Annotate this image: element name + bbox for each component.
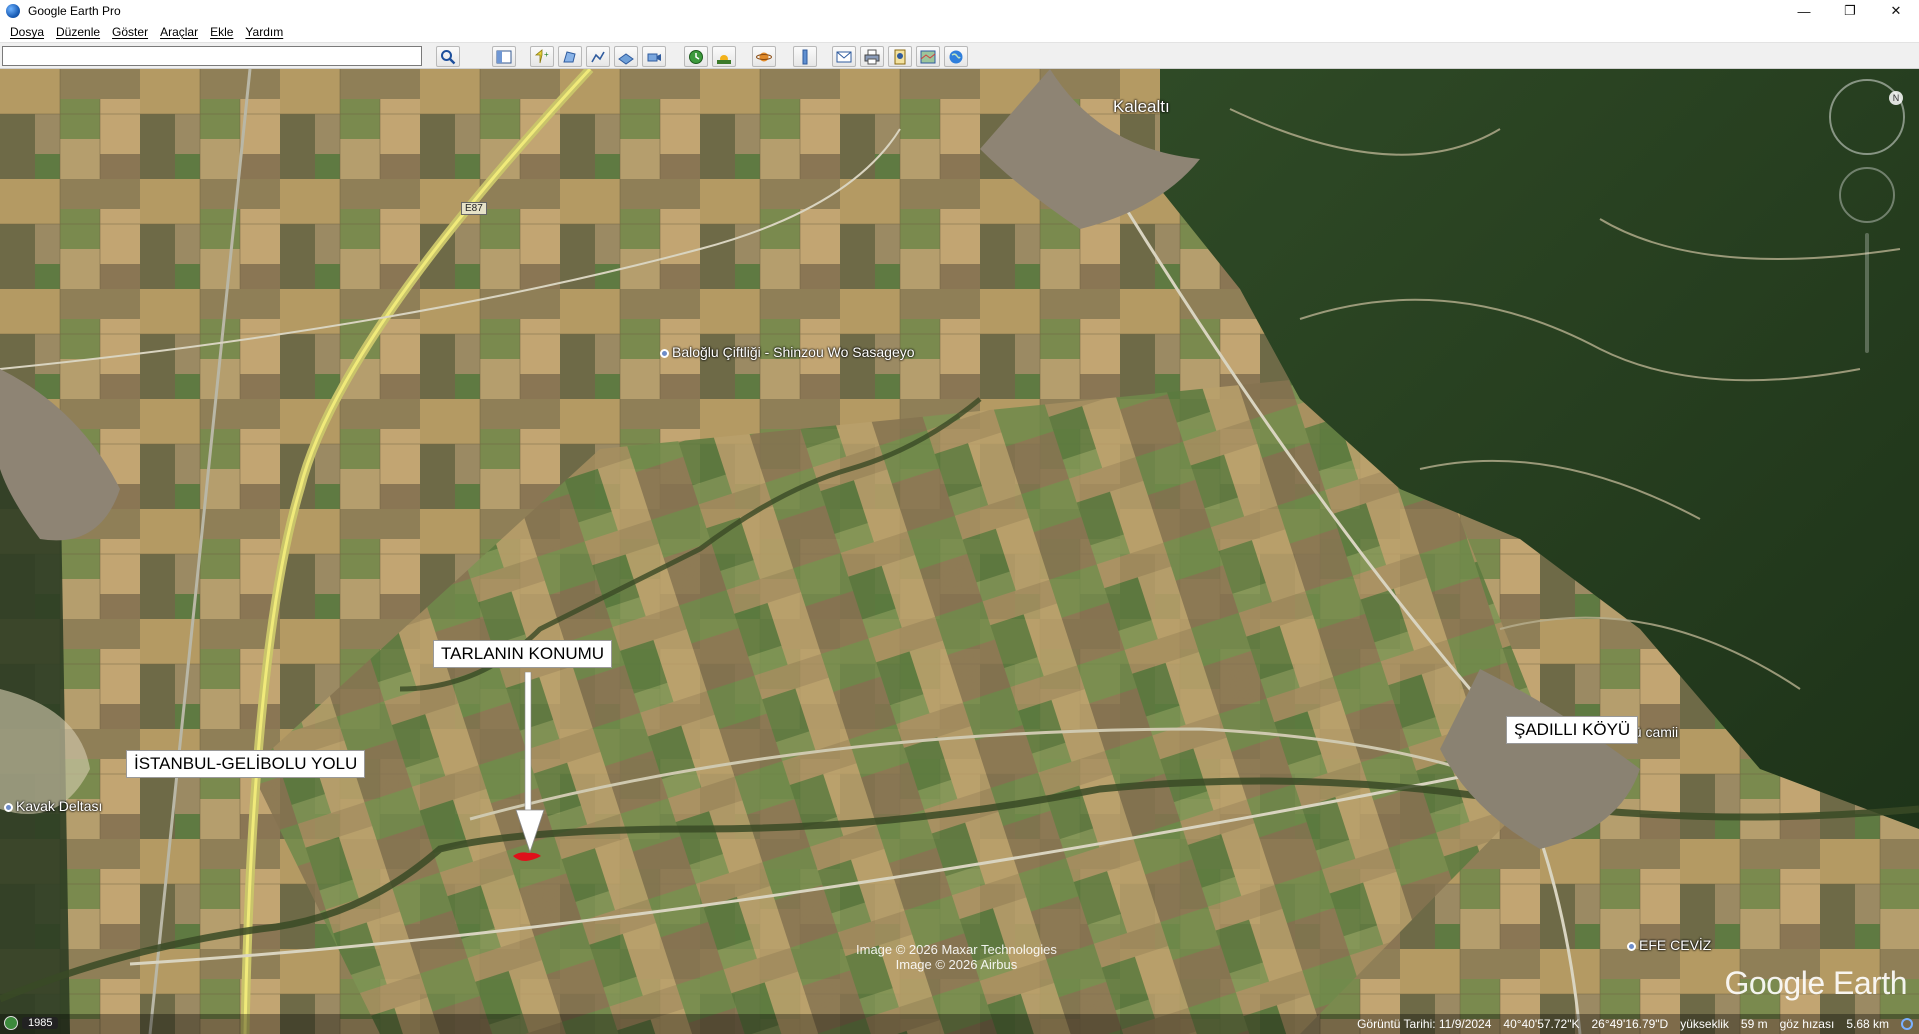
- sidebar-toggle-icon: [496, 50, 512, 63]
- longitude-readout: 26°49'16.79"D: [1591, 1017, 1669, 1031]
- add-placemark-icon: +: [534, 48, 549, 63]
- add-polygon-icon: [563, 50, 576, 62]
- place-efe-ceviz[interactable]: EFE CEVİZ: [1627, 937, 1711, 953]
- sunlight-icon: [717, 54, 731, 64]
- placemark-pin-icon: [1627, 942, 1636, 951]
- ruler-button[interactable]: [793, 46, 817, 67]
- historical-year: 1985: [22, 1017, 59, 1029]
- menu-tools[interactable]: Araçlar: [154, 25, 204, 39]
- sunlight-button[interactable]: [712, 46, 736, 67]
- location-arrow: [515, 672, 545, 854]
- sidebar-toggle-button[interactable]: [492, 46, 516, 67]
- annotation-field-location: TARLANIN KONUMU: [433, 640, 613, 668]
- historical-imagery-button[interactable]: [684, 46, 708, 67]
- record-tour-button[interactable]: [642, 46, 666, 67]
- place-farm[interactable]: Baloğlu Çiftliği - Shinzou Wo Sasageyo: [660, 344, 915, 360]
- search-input[interactable]: [2, 46, 422, 66]
- menu-add[interactable]: Ekle: [204, 25, 239, 39]
- add-placemark-button[interactable]: +: [530, 46, 554, 67]
- google-earth-watermark: Google Earth: [1724, 965, 1907, 1001]
- menu-file[interactable]: Dosya: [4, 25, 50, 39]
- search-icon: [441, 49, 456, 64]
- satellite-imagery: [0, 69, 1919, 1034]
- window-controls: — ❐ ✕: [1781, 0, 1919, 22]
- maximize-button[interactable]: ❐: [1827, 0, 1873, 22]
- view-in-maps-button[interactable]: [916, 46, 940, 67]
- place-efe-label: EFE CEVİZ: [1639, 937, 1712, 953]
- map-view[interactable]: Kalealtı E87 Baloğlu Çiftliği - Shinzou …: [0, 69, 1919, 1034]
- email-button[interactable]: [832, 46, 856, 67]
- print-icon: [864, 49, 880, 64]
- road-shield-e87: E87: [461, 202, 487, 215]
- imagery-date: Görüntü Tarihi: 11/9/2024: [1357, 1017, 1492, 1031]
- look-joystick[interactable]: [1839, 167, 1895, 223]
- menu-edit[interactable]: Düzenle: [50, 25, 106, 39]
- elevation-value: 59 m: [1740, 1017, 1768, 1031]
- print-button[interactable]: [860, 46, 884, 67]
- credit-airbus: Image © 2026 Airbus: [895, 957, 1018, 972]
- navigation-controls: N: [1829, 79, 1909, 353]
- historical-imagery-control[interactable]: 1985: [4, 1016, 59, 1030]
- minimize-button[interactable]: —: [1781, 0, 1827, 22]
- menu-help[interactable]: Yardım: [239, 25, 289, 39]
- ruler-icon: [802, 49, 808, 64]
- placemark-pin-icon: [660, 349, 669, 358]
- add-path-icon: [591, 51, 605, 62]
- menu-view[interactable]: Göster: [106, 25, 154, 39]
- add-image-overlay-button[interactable]: [614, 46, 638, 67]
- window-title: Google Earth Pro: [28, 4, 121, 18]
- svg-text:+: +: [544, 50, 549, 59]
- annotation-road: İSTANBUL-GELİBOLU YOLU: [126, 750, 366, 778]
- historical-imagery-status-icon: [4, 1016, 18, 1030]
- eye-altitude-value: 5.68 km: [1846, 1017, 1889, 1031]
- north-reset-icon[interactable]: N: [1889, 91, 1903, 105]
- imagery-credits: Image © 2026 Maxar Technologies Image © …: [856, 942, 1057, 972]
- status-readouts: Görüntü Tarihi: 11/9/2024 40°40'57.72"K …: [1357, 1014, 1919, 1034]
- email-icon: [836, 51, 852, 62]
- add-image-overlay-icon: [618, 52, 634, 65]
- historical-imagery-icon: [689, 49, 703, 64]
- save-image-button[interactable]: [888, 46, 912, 67]
- credit-maxar: Image © 2026 Maxar Technologies: [856, 942, 1057, 957]
- latitude-readout: 40°40'57.72"K: [1503, 1017, 1580, 1031]
- compass-ring[interactable]: N: [1829, 79, 1905, 155]
- zoom-slider[interactable]: [1865, 233, 1869, 353]
- place-farm-label: Baloğlu Çiftliği - Shinzou Wo Sasageyo: [672, 344, 915, 360]
- search-button[interactable]: [436, 46, 460, 67]
- placemark-pin-icon: [4, 803, 13, 812]
- google-earth-app-icon: [6, 4, 20, 18]
- earth-gallery-button[interactable]: [944, 46, 968, 67]
- save-image-icon: [894, 49, 906, 64]
- toolbar: +: [0, 42, 1919, 69]
- close-button[interactable]: ✕: [1873, 0, 1919, 22]
- add-polygon-button[interactable]: [558, 46, 582, 67]
- earth-gallery-icon: [949, 50, 963, 63]
- eye-altitude-label: göz hızası: [1779, 1017, 1835, 1031]
- place-kavak-delta[interactable]: Kavak Deltası: [4, 798, 102, 814]
- planets-button[interactable]: [752, 46, 776, 67]
- title-bar: Google Earth Pro — ❐ ✕: [0, 0, 1919, 22]
- place-kavak-label: Kavak Deltası: [16, 798, 103, 814]
- view-in-maps-icon: [920, 50, 936, 63]
- field-marker: [513, 852, 541, 861]
- annotation-village: ŞADILLI KÖYÜ: [1506, 716, 1639, 744]
- place-kalealti[interactable]: Kalealtı: [1113, 97, 1170, 117]
- streaming-progress-icon: [1901, 1018, 1913, 1030]
- record-tour-icon: [647, 53, 661, 61]
- elevation-label: yükseklik: [1680, 1017, 1729, 1031]
- menu-bar: Dosya Düzenle Göster Araçlar Ekle Yardım: [0, 22, 1919, 42]
- planets-icon: [756, 52, 772, 61]
- google-earth-window: Google Earth Pro — ❐ ✕ Dosya Düzenle Gös…: [0, 0, 1919, 1034]
- status-bar: 1985 Görüntü Tarihi: 11/9/2024 40°40'57.…: [0, 1014, 1919, 1034]
- add-path-button[interactable]: [586, 46, 610, 67]
